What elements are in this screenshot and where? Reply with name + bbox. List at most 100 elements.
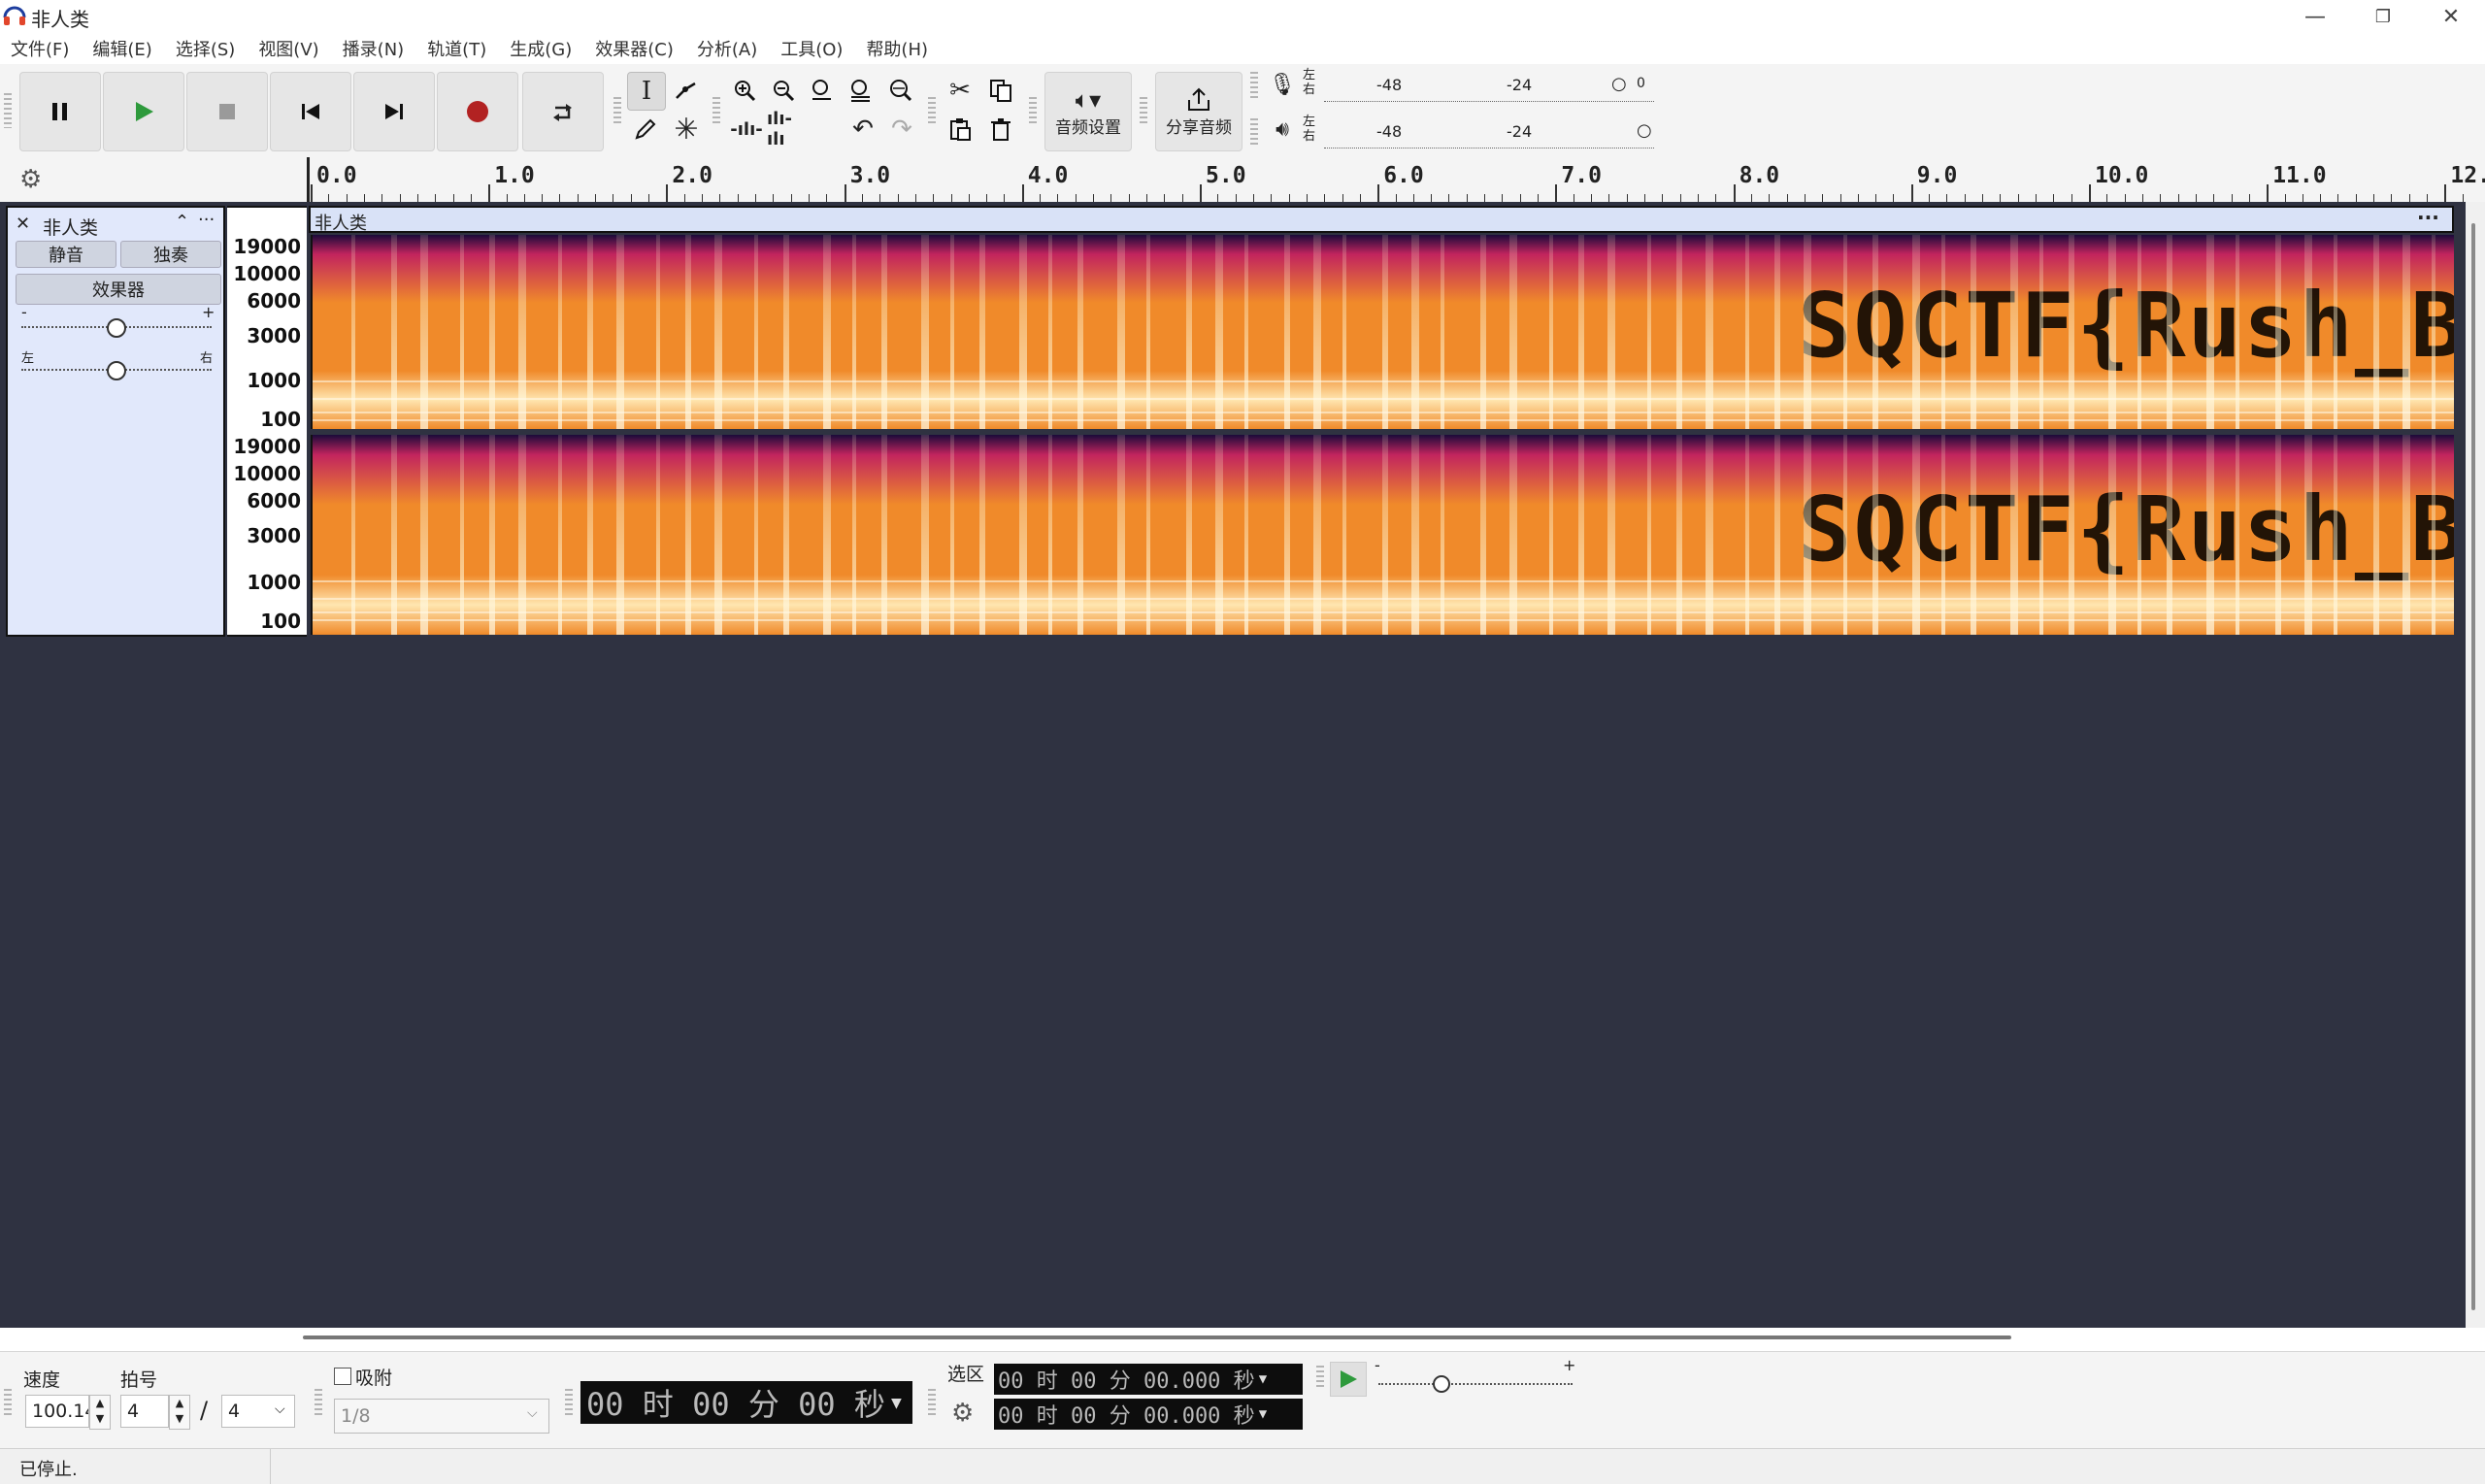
menu-analyze[interactable]: 分析(A) xyxy=(686,36,768,61)
record-meter[interactable]: -48 -24 ○ 0 xyxy=(1324,72,1654,102)
freq-6000-ch1: 6000 xyxy=(247,289,301,313)
toolbar-grip[interactable] xyxy=(4,93,12,128)
selection-tool-button[interactable]: I xyxy=(627,72,666,111)
selection-end-dropdown-icon[interactable]: ▼ xyxy=(1259,1406,1267,1422)
clip-title-bar[interactable]: 非人类 ··· xyxy=(309,206,2454,234)
effects-button[interactable]: 效果器 xyxy=(16,274,221,305)
ruler-tick xyxy=(1412,194,1414,202)
menu-effect[interactable]: 效果器(C) xyxy=(584,36,684,61)
share-audio-button[interactable]: 分享音频 xyxy=(1155,72,1242,151)
time-format-dropdown-icon[interactable]: ▼ xyxy=(891,1393,902,1413)
playback-speed-slider[interactable] xyxy=(1378,1383,1573,1387)
tempo-input[interactable]: 100.14 xyxy=(25,1395,89,1428)
spectrogram-channel-1[interactable]: SQCTF{Rush_B} xyxy=(311,235,2454,429)
redo-button[interactable]: ↷ xyxy=(883,111,920,148)
collapse-track-icon[interactable]: ⌃ xyxy=(175,212,189,232)
clipboard-grip[interactable] xyxy=(928,97,936,126)
restore-button[interactable]: ❐ xyxy=(2349,0,2417,33)
solo-button[interactable]: 独奏 xyxy=(120,241,221,268)
meter-bottom-select[interactable]: 4 ⌵ xyxy=(221,1395,295,1428)
time-display[interactable]: 00 时 00 分 00 秒 ▼ xyxy=(580,1381,912,1424)
play-button[interactable] xyxy=(103,72,184,151)
record-button[interactable] xyxy=(437,72,518,151)
menu-file[interactable]: 文件(F) xyxy=(0,36,80,61)
stop-button[interactable] xyxy=(186,72,268,151)
play-at-speed-button[interactable] xyxy=(1330,1362,1367,1397)
selection-grip[interactable] xyxy=(928,1389,936,1418)
zoom-out-button[interactable] xyxy=(765,72,802,109)
playback-speed-knob[interactable] xyxy=(1433,1375,1450,1393)
menu-edit[interactable]: 编辑(E) xyxy=(82,36,162,61)
share-grip[interactable] xyxy=(1140,97,1147,126)
rec-meter-grip[interactable] xyxy=(1250,72,1258,99)
multi-tool-button[interactable]: ✳ xyxy=(668,111,705,148)
snap-checkbox[interactable] xyxy=(334,1368,351,1385)
selection-start-dropdown-icon[interactable]: ▼ xyxy=(1259,1371,1267,1387)
trim-audio-button[interactable]: -ılı- xyxy=(728,111,765,148)
menu-select[interactable]: 选择(S) xyxy=(165,36,246,61)
paste-button[interactable] xyxy=(942,111,978,148)
timeline-settings-gear-icon[interactable]: ⚙ xyxy=(19,165,42,194)
snap-grip[interactable] xyxy=(315,1389,322,1418)
minimize-button[interactable]: — xyxy=(2281,0,2349,33)
skip-to-end-button[interactable] xyxy=(353,72,435,151)
playback-meter-button[interactable]: 🔊︎ xyxy=(1266,113,1299,146)
playback-meter[interactable]: -48 -24 ○ xyxy=(1324,118,1654,148)
time-signature-grip[interactable] xyxy=(4,1389,12,1418)
play-at-speed-grip[interactable] xyxy=(1316,1366,1324,1389)
envelope-tool-button[interactable] xyxy=(668,72,705,109)
play-meter-grip[interactable] xyxy=(1250,118,1258,146)
mute-button[interactable]: 静音 xyxy=(16,241,116,268)
menu-generate[interactable]: 生成(G) xyxy=(499,36,582,61)
menu-view[interactable]: 视图(V) xyxy=(248,36,329,61)
spectrogram-channel-2[interactable]: SQCTF{Rush_B} xyxy=(311,435,2454,635)
silence-audio-button[interactable]: ılı-ılı xyxy=(767,109,804,149)
vertical-scrollbar[interactable] xyxy=(2466,202,2485,1328)
close-window-button[interactable]: ✕ xyxy=(2417,0,2485,33)
tempo-spinner-icon[interactable]: ▲ ▼ xyxy=(89,1395,111,1430)
track-name[interactable]: 非人类 xyxy=(43,214,98,240)
zoom-toggle-button[interactable] xyxy=(881,72,918,109)
vertical-scroll-thumb[interactable] xyxy=(2471,223,2475,1310)
frequency-scale[interactable]: 19000 10000 6000 3000 1000 100 19000 100… xyxy=(227,206,307,637)
time-grip[interactable] xyxy=(565,1389,573,1418)
tools-grip[interactable] xyxy=(613,97,621,126)
fit-project-button[interactable] xyxy=(843,72,879,109)
pause-button[interactable] xyxy=(19,72,101,151)
ruler-tick xyxy=(2408,194,2410,202)
track-menu-icon[interactable]: ··· xyxy=(198,210,215,230)
timeline-ruler[interactable]: ⚙ 0.0 1.0 2.0 3.0 4.0 5.0 6.0 7.0 8.0 9.0 10.0 11.0… xyxy=(0,157,2485,203)
horizontal-scroll-thumb[interactable] xyxy=(303,1336,2011,1339)
selection-end-display[interactable]: 00 时 00 分 00.000 秒 ▼ xyxy=(994,1399,1303,1430)
menu-transport[interactable]: 播录(N) xyxy=(332,36,415,61)
selection-settings-gear-icon[interactable]: ⚙ xyxy=(951,1399,974,1428)
skip-to-start-button[interactable] xyxy=(270,72,351,151)
audio-setup-grip[interactable] xyxy=(1029,97,1037,126)
menu-tracks[interactable]: 轨道(T) xyxy=(416,36,497,61)
menu-help[interactable]: 帮助(H) xyxy=(855,36,939,61)
selection-start-display[interactable]: 00 时 00 分 00.000 秒 ▼ xyxy=(994,1364,1303,1395)
edit-grip[interactable] xyxy=(712,97,720,126)
zoom-in-button[interactable] xyxy=(726,72,763,109)
meter-top-input[interactable]: 4 xyxy=(120,1395,169,1428)
fit-selection-button[interactable] xyxy=(804,72,841,109)
ruler-tick xyxy=(1342,194,1343,202)
meter-spinner-icon[interactable]: ▲ ▼ xyxy=(169,1395,190,1430)
gain-slider-knob[interactable] xyxy=(107,318,126,338)
loop-button[interactable] xyxy=(522,72,604,151)
rec-level-slider-knob[interactable]: ○ xyxy=(1611,74,1627,94)
play-level-slider-knob[interactable]: ○ xyxy=(1637,120,1652,141)
draw-tool-button[interactable] xyxy=(627,111,664,148)
record-meter-button[interactable]: 🎙︎ xyxy=(1266,68,1299,101)
clip-menu-icon[interactable]: ··· xyxy=(2417,206,2439,229)
snap-select[interactable]: 1/8 ⌵ xyxy=(334,1399,549,1434)
menu-tools[interactable]: 工具(O) xyxy=(770,36,853,61)
close-track-icon[interactable]: ✕ xyxy=(16,214,30,234)
cut-button[interactable]: ✂ xyxy=(942,72,978,109)
track-control-panel[interactable]: ✕ 非人类 ⌃ ··· 静音 独奏 效果器 - + 左 右 xyxy=(6,206,225,637)
delete-button[interactable] xyxy=(982,111,1019,148)
pan-slider-knob[interactable] xyxy=(107,361,126,380)
audio-settings-button[interactable]: 🔈︎▾ 音频设置 xyxy=(1044,72,1132,151)
copy-button[interactable] xyxy=(982,72,1019,109)
undo-button[interactable]: ↶ xyxy=(845,111,881,148)
